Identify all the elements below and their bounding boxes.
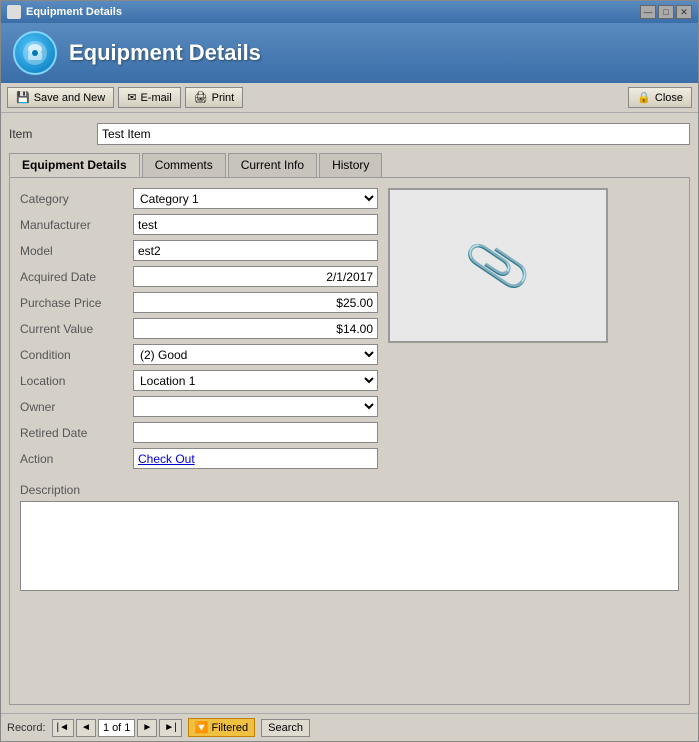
title-bar-icon — [7, 5, 21, 19]
email-button[interactable]: ✉ E-mail — [118, 87, 180, 108]
paperclip-icon: 📎 — [462, 230, 534, 301]
model-input[interactable] — [133, 240, 378, 261]
save-and-new-label: Save and New — [34, 92, 106, 104]
owner-select[interactable] — [133, 396, 378, 417]
filtered-label: Filtered — [211, 722, 248, 734]
close-icon: 🔒 — [637, 91, 651, 104]
filtered-button[interactable]: 🔽 Filtered — [188, 718, 255, 737]
search-button[interactable]: Search — [261, 719, 310, 737]
purchase-price-label: Purchase Price — [20, 296, 125, 310]
manufacturer-row: Manufacturer — [20, 214, 378, 235]
category-label: Category — [20, 192, 125, 206]
item-label: Item — [9, 127, 89, 141]
tab-content-equipment-details: Category Category 1 Category 2 Category … — [9, 177, 690, 705]
print-button[interactable]: 🖨 Print — [185, 87, 244, 108]
window-close-button[interactable]: ✕ — [676, 5, 692, 19]
acquired-date-label: Acquired Date — [20, 270, 125, 284]
manufacturer-label: Manufacturer — [20, 218, 125, 232]
title-bar: Equipment Details — □ ✕ — [1, 1, 698, 23]
total-records: 1 — [124, 722, 130, 734]
action-link[interactable]: Check Out — [138, 452, 195, 466]
main-window: Equipment Details — □ ✕ Equipment Detail… — [0, 0, 699, 742]
print-icon: 🖨 — [194, 91, 208, 104]
item-input[interactable] — [97, 123, 690, 145]
location-select[interactable]: Location 1 Location 2 — [133, 370, 378, 391]
email-icon: ✉ — [127, 91, 136, 104]
record-display: 1 of 1 — [98, 719, 135, 737]
model-row: Model — [20, 240, 378, 261]
location-row: Location Location 1 Location 2 — [20, 370, 378, 391]
description-textarea[interactable] — [20, 501, 679, 591]
tab-current-info[interactable]: Current Info — [228, 153, 317, 177]
location-label: Location — [20, 374, 125, 388]
item-row: Item — [9, 121, 690, 147]
description-label: Description — [20, 483, 679, 497]
close-label: Close — [655, 92, 683, 104]
retired-date-input[interactable] — [133, 422, 378, 443]
owner-label: Owner — [20, 400, 125, 414]
of-label: of — [109, 722, 124, 734]
current-value-row: Current Value — [20, 318, 378, 339]
image-area: 📎 — [388, 188, 608, 343]
acquired-date-row: Acquired Date — [20, 266, 378, 287]
tab-comments[interactable]: Comments — [142, 153, 226, 177]
save-and-new-button[interactable]: 💾 Save and New — [7, 87, 114, 108]
manufacturer-input[interactable] — [133, 214, 378, 235]
current-value-label: Current Value — [20, 322, 125, 336]
close-button[interactable]: 🔒 Close — [628, 87, 692, 108]
search-label: Search — [268, 722, 303, 734]
condition-select[interactable]: (1) Poor (2) Good (3) Excellent — [133, 344, 378, 365]
acquired-date-input[interactable] — [133, 266, 378, 287]
condition-label: Condition — [20, 348, 125, 362]
purchase-price-row: Purchase Price — [20, 292, 378, 313]
app-header-title: Equipment Details — [69, 40, 261, 66]
description-section: Description — [20, 483, 679, 591]
owner-row: Owner — [20, 396, 378, 417]
print-label: Print — [212, 92, 235, 104]
window-title: Equipment Details — [26, 6, 122, 18]
condition-row: Condition (1) Poor (2) Good (3) Excellen… — [20, 344, 378, 365]
current-value-input[interactable] — [133, 318, 378, 339]
status-bar: Record: |◄ ◄ 1 of 1 ► ►| 🔽 Filtered Sear… — [1, 713, 698, 741]
nav-first-button[interactable]: |◄ — [52, 719, 75, 737]
category-row: Category Category 1 Category 2 Category … — [20, 188, 378, 209]
app-header-icon — [13, 31, 57, 75]
category-select[interactable]: Category 1 Category 2 Category 3 — [133, 188, 378, 209]
nav-controls: |◄ ◄ 1 of 1 ► ►| — [52, 719, 182, 737]
email-label: E-mail — [140, 92, 171, 104]
tab-history[interactable]: History — [319, 153, 382, 177]
retired-date-label: Retired Date — [20, 426, 125, 440]
content-area: Item Equipment Details Comments Current … — [1, 113, 698, 713]
save-icon: 💾 — [16, 91, 30, 104]
purchase-price-input[interactable] — [133, 292, 378, 313]
tabs-container: Equipment Details Comments Current Info … — [9, 153, 690, 705]
app-header: Equipment Details — [1, 23, 698, 83]
tab-equipment-details[interactable]: Equipment Details — [9, 153, 140, 177]
form-main: Category Category 1 Category 2 Category … — [20, 188, 679, 471]
form-fields: Category Category 1 Category 2 Category … — [20, 188, 378, 471]
restore-button[interactable]: □ — [658, 5, 674, 19]
nav-last-button[interactable]: ►| — [159, 719, 182, 737]
action-label: Action — [20, 452, 125, 466]
tabs-header: Equipment Details Comments Current Info … — [9, 153, 690, 177]
toolbar: 💾 Save and New ✉ E-mail 🖨 Print 🔒 Close — [1, 83, 698, 113]
action-row: Action Check Out — [20, 448, 378, 469]
minimize-button[interactable]: — — [640, 5, 656, 19]
nav-prev-button[interactable]: ◄ — [76, 719, 96, 737]
retired-date-row: Retired Date — [20, 422, 378, 443]
record-label: Record: — [7, 722, 46, 734]
nav-next-button[interactable]: ► — [137, 719, 157, 737]
filter-icon: 🔽 — [195, 721, 209, 734]
model-label: Model — [20, 244, 125, 258]
